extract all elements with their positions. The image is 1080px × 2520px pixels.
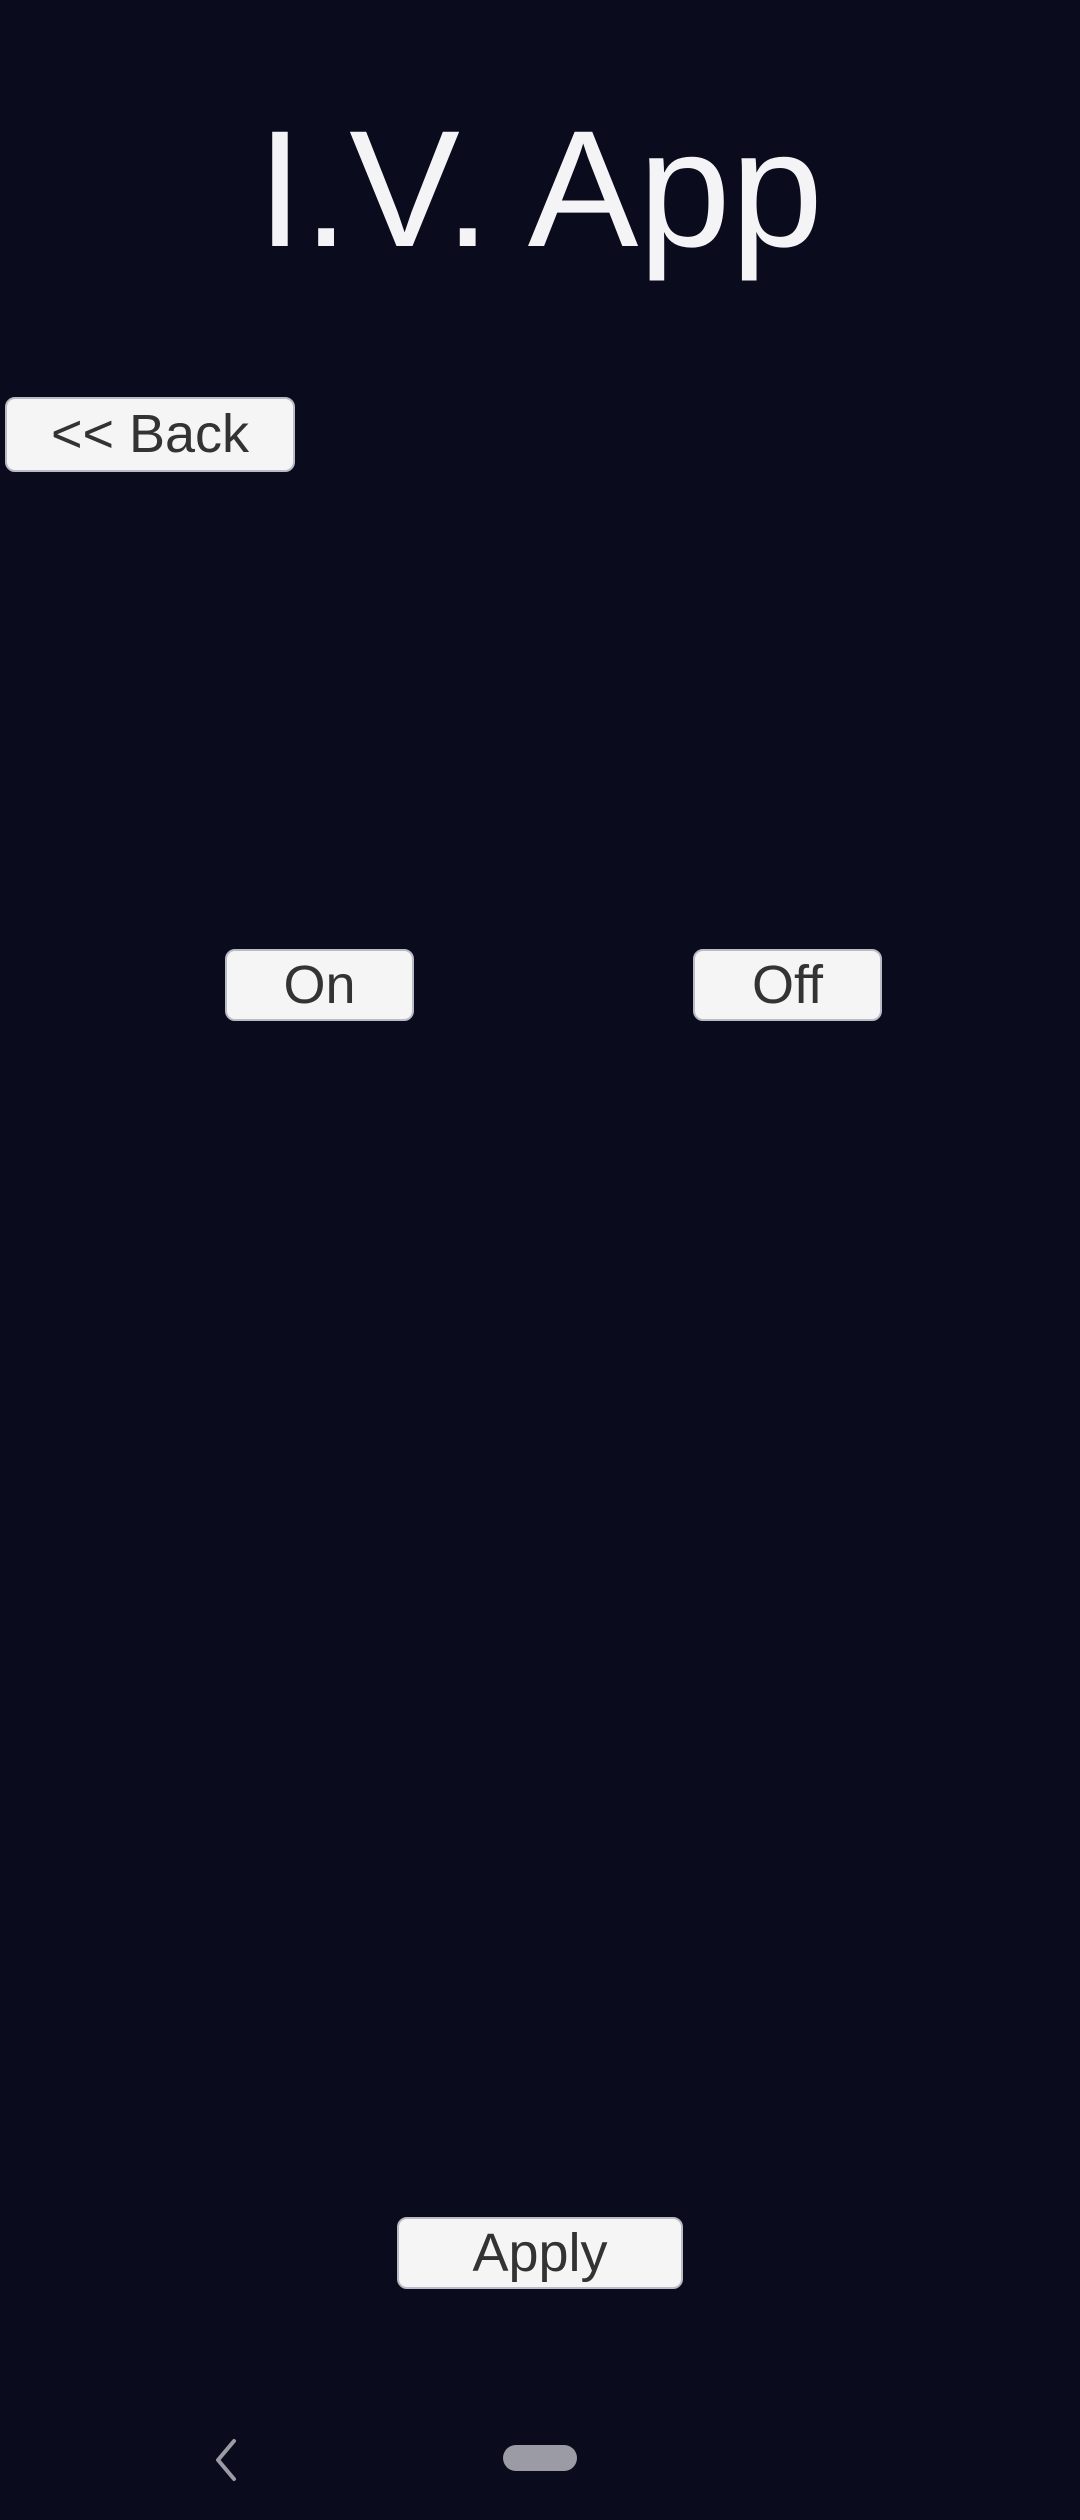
app-title: I.V. App [256,97,824,282]
chevron-left-icon[interactable] [206,2435,246,2485]
system-navigation-bar [0,2400,1080,2520]
apply-button[interactable]: Apply [397,2217,683,2289]
home-pill-icon[interactable] [503,2445,577,2471]
on-button[interactable]: On [225,949,414,1021]
back-button[interactable]: << Back [5,397,295,472]
off-button[interactable]: Off [693,949,882,1021]
